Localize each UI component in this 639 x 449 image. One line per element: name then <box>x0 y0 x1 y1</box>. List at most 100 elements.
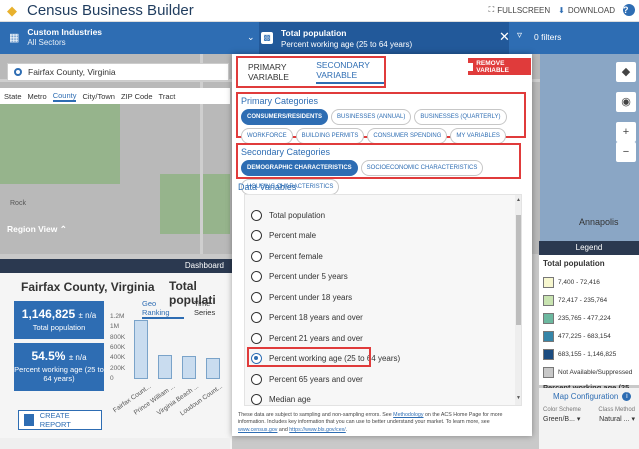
industry-selector[interactable]: ▦ Custom Industries All Sectors <box>9 27 102 47</box>
chart-bar[interactable] <box>206 357 220 379</box>
geo-tab-state[interactable]: State <box>4 92 22 101</box>
stat-value: 54.5% <box>31 349 66 363</box>
chevron-down-icon[interactable]: ⌄ <box>247 32 255 43</box>
legend-label: 683,155 - 1,146,825 <box>558 350 617 358</box>
variable-selector[interactable]: ▩ Total population Percent working age (… <box>259 22 509 54</box>
variable-modal: PRIMARY VARIABLE SECONDARY VARIABLE REMO… <box>232 54 532 436</box>
legend-swatch <box>543 330 554 342</box>
info-icon[interactable]: i <box>622 392 632 401</box>
variable-option[interactable]: Percent male <box>251 228 316 244</box>
industry-title: Custom Industries <box>27 27 103 37</box>
chart-bar[interactable] <box>158 354 172 379</box>
variable-option[interactable]: Percent 65 years and over <box>251 371 363 387</box>
filter-icon[interactable]: ▿ <box>517 30 522 41</box>
scrollbar-thumb[interactable] <box>516 215 521 325</box>
variable-title: Total population <box>281 28 347 38</box>
region-view-toggle[interactable]: Region View ⌃ <box>7 224 67 235</box>
zoom-out-button[interactable]: − <box>616 142 636 162</box>
primary-category-pill[interactable]: CONSUMERS/RESIDENTS <box>241 109 329 125</box>
legend-panel: Total population 7,400 - 72,416 72,417 - … <box>539 255 639 392</box>
legend-row: Not Available/Suppressed <box>543 363 635 381</box>
y-axis-tick: 800K <box>110 333 126 341</box>
color-scheme-select[interactable]: Green/B... ▾ <box>543 415 580 423</box>
primary-category-pill[interactable]: BUSINESSES (QUARTERLY) <box>414 109 507 125</box>
geo-tab-city-town[interactable]: City/Town <box>82 92 115 101</box>
remove-variable-button[interactable]: REMOVE VARIABLE <box>468 58 531 75</box>
radio-icon[interactable] <box>251 291 262 303</box>
radio-icon[interactable] <box>251 209 262 221</box>
primary-category-pill[interactable]: WORKFORCE <box>241 128 293 144</box>
geo-tab-county[interactable]: County <box>52 91 77 102</box>
tab-primary-variable[interactable]: PRIMARY VARIABLE <box>248 62 305 82</box>
stat-card-total-population: 1,146,825 ± n/a Total population <box>14 301 104 339</box>
help-icon[interactable]: ? <box>623 4 635 16</box>
geo-tab-zip-code[interactable]: ZIP Code <box>121 92 153 101</box>
variable-chart-icon: ▩ <box>261 32 273 44</box>
y-axis-tick: 0 <box>110 375 114 382</box>
radio-icon[interactable] <box>251 271 262 282</box>
primary-category-pill[interactable]: MY VARIABLES <box>450 128 506 144</box>
download-icon: ⬇ <box>558 5 565 15</box>
variable-option-label: Percent 18 years and over <box>269 313 363 322</box>
geo-tab-tract[interactable]: Tract <box>159 92 176 101</box>
map-label-rock: Rock <box>10 200 26 207</box>
y-axis-tick: 400K <box>110 354 126 362</box>
variable-option[interactable]: Percent 21 years and over <box>251 330 363 346</box>
radio-icon[interactable] <box>251 373 262 385</box>
chart-bar[interactable] <box>134 319 148 379</box>
x-axis-tick: Loudoun Count... <box>179 383 225 418</box>
geo-tab-metro[interactable]: Metro <box>28 92 47 101</box>
filters-count[interactable]: 0 filters <box>534 32 561 42</box>
variable-option[interactable]: Percent under 5 years <box>251 269 348 285</box>
class-method-select[interactable]: Natural ... ▾ <box>599 415 635 423</box>
variable-option[interactable]: Total population <box>251 207 325 223</box>
map-green-area <box>160 174 230 234</box>
radio-icon[interactable] <box>251 230 262 241</box>
variable-option[interactable]: Percent 18 years and over <box>251 310 363 326</box>
legend-swatch <box>543 312 554 324</box>
scroll-up-icon[interactable]: ▲ <box>515 197 521 203</box>
secondary-categories-title: Secondary Categories <box>241 147 331 157</box>
download-button[interactable]: ⬇ DOWNLOAD <box>558 6 615 15</box>
create-report-button[interactable]: CREATE REPORT <box>18 410 102 430</box>
census-link[interactable]: www.census.gov <box>238 427 277 433</box>
variable-option[interactable]: Percent under 18 years <box>251 289 352 305</box>
scroll-down-icon[interactable]: ▼ <box>515 395 521 401</box>
location-search[interactable]: Fairfax County, Virginia <box>7 63 229 81</box>
zoom-in-button[interactable]: + <box>616 122 636 142</box>
fullscreen-icon: ⛶ <box>488 5 495 14</box>
legend-label: 7,400 - 72,416 <box>558 278 600 286</box>
dashboard-header: Dashboard <box>0 259 232 273</box>
fullscreen-button[interactable]: ⛶ FULLSCREEN <box>489 5 551 15</box>
radio-icon[interactable] <box>251 250 262 262</box>
methodology-link[interactable]: Methodology <box>393 412 423 418</box>
map-config-title: Map Configuration <box>553 392 619 401</box>
primary-category-pill[interactable]: CONSUMER SPENDING <box>367 128 448 144</box>
secondary-category-pill[interactable]: SOCIOECONOMIC CHARACTERISTICS <box>360 160 484 176</box>
stat-card-working-age: 54.5% ± n/a Percent working age (25 to 6… <box>14 343 104 391</box>
radio-icon[interactable] <box>251 312 262 323</box>
close-icon[interactable]: ✕ <box>499 29 510 45</box>
radio-icon[interactable] <box>251 394 262 405</box>
stat-moe: ± n/a <box>68 353 87 362</box>
chart-bar[interactable] <box>182 355 196 379</box>
primary-category-pill[interactable]: BUILDING PERMITS <box>295 128 365 144</box>
legend-label: 477,225 - 683,154 <box>558 332 611 340</box>
secondary-category-pill[interactable]: DEMOGRAPHIC CHARACTERISTICS <box>241 160 358 176</box>
bls-link[interactable]: https://www.bls.gov/cex/ <box>289 427 346 433</box>
dashboard-county-title: Fairfax County, Virginia <box>21 280 155 294</box>
y-axis-tick: 600K <box>110 344 126 351</box>
primary-categories: Primary Categories CONSUMERS/RESIDENTS BU… <box>236 92 526 144</box>
tab-secondary-variable[interactable]: SECONDARY VARIABLE <box>316 60 384 84</box>
legend-header[interactable]: Legend <box>539 241 639 255</box>
variables-scrollbar[interactable]: ▲ ▼ <box>515 195 521 405</box>
variable-option[interactable]: Percent female <box>251 248 323 264</box>
layers-button[interactable]: ◆ <box>616 62 636 82</box>
map-configuration: Map Configuration i Color Scheme Class Me… <box>539 388 639 449</box>
legend-row: 7,400 - 72,416 <box>543 273 635 291</box>
locate-button[interactable]: ◉ <box>616 92 636 112</box>
color-scheme-label: Color Scheme <box>543 407 582 413</box>
radio-icon[interactable] <box>251 332 262 344</box>
variable-option[interactable]: Median age <box>251 392 311 405</box>
primary-category-pill[interactable]: BUSINESSES (ANNUAL) <box>331 109 412 125</box>
